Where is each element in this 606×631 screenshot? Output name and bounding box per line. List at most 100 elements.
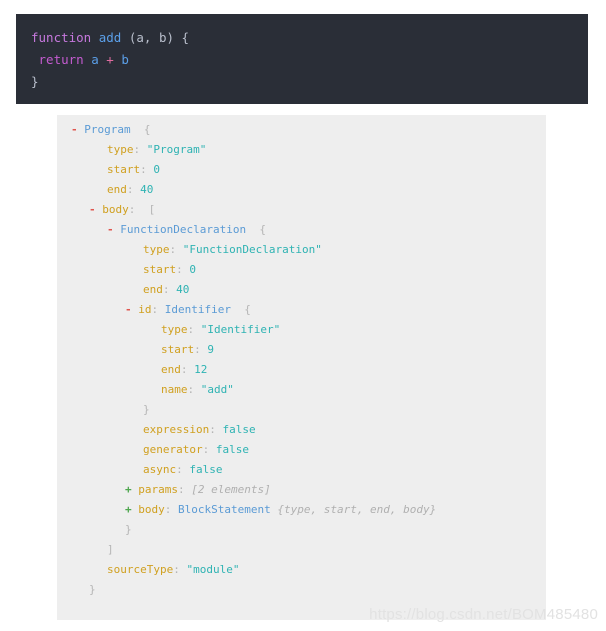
ast-punctuation: { (246, 223, 266, 236)
ast-property-key: end (161, 363, 181, 376)
ast-node-line[interactable]: sourceType: "module" (57, 560, 546, 580)
expand-toggle-icon[interactable]: + (125, 483, 138, 496)
ast-punctuation: : (169, 243, 183, 256)
ast-node-line[interactable]: expression: false (57, 420, 546, 440)
ast-node-line[interactable]: } (57, 520, 546, 540)
ast-node-line[interactable]: end: 12 (57, 360, 546, 380)
ast-property-value: "Program" (146, 143, 207, 156)
ast-property-key: start (161, 343, 195, 356)
ast-punctuation: } (125, 523, 132, 536)
ast-node-line[interactable]: type: "Identifier" (57, 320, 546, 340)
code-token: return (38, 52, 84, 67)
code-line: return a + b (31, 49, 588, 71)
ast-punctuation: : [ (128, 203, 156, 216)
ast-node-line[interactable]: end: 40 (57, 280, 546, 300)
code-token: + (106, 52, 114, 67)
ast-property-value: 0 (189, 263, 196, 276)
ast-punctuation: : (140, 163, 154, 176)
ast-property-value: "module" (186, 563, 240, 576)
ast-node-line[interactable]: start: 0 (57, 260, 546, 280)
code-token: a (91, 52, 99, 67)
ast-property-key: sourceType (107, 563, 174, 576)
code-line: } (31, 71, 588, 93)
code-token: } (31, 74, 39, 89)
ast-node-line[interactable]: generator: false (57, 440, 546, 460)
ast-property-key: body (138, 503, 165, 516)
ast-node-line[interactable]: - id: Identifier { (57, 300, 546, 320)
collapse-toggle-icon[interactable]: - (71, 123, 84, 136)
ast-punctuation: : (176, 463, 190, 476)
ast-property-value: false (222, 423, 256, 436)
ast-property-value: 12 (194, 363, 208, 376)
ast-node-line[interactable]: type: "Program" (57, 140, 546, 160)
ast-punctuation: ] (107, 543, 114, 556)
ast-tree-panel[interactable]: - Program {type: "Program" start: 0 end: 4… (57, 115, 546, 620)
ast-node-line[interactable]: ] (57, 540, 546, 560)
ast-punctuation: : (180, 363, 195, 376)
collapse-toggle-icon[interactable]: - (107, 223, 120, 236)
ast-node-line[interactable]: - Program { (57, 120, 546, 140)
ast-property-key: name (161, 383, 188, 396)
ast-tree-lines: - Program {type: "Program" start: 0 end: 4… (57, 120, 546, 600)
ast-collapsed-preview: {type, start, end, body} (277, 503, 437, 516)
ast-punctuation: { (130, 123, 151, 136)
ast-punctuation: : (209, 423, 223, 436)
ast-node-type: Program (84, 123, 131, 136)
ast-node-line[interactable]: + params: [2 elements] (57, 480, 546, 500)
ast-node-line[interactable]: name: "add" (57, 380, 546, 400)
ast-property-value: "add" (200, 383, 234, 396)
ast-node-line[interactable]: - body: [ (57, 200, 546, 220)
code-line: function add (a, b) { (31, 27, 588, 49)
ast-node-line[interactable]: start: 0 (57, 160, 546, 180)
ast-punctuation: : (178, 483, 192, 496)
ast-property-key: type (143, 243, 170, 256)
ast-node-line[interactable]: async: false (57, 460, 546, 480)
ast-punctuation: } (89, 583, 96, 596)
source-code-lines: function add (a, b) { return a + b} (31, 27, 588, 93)
ast-property-key: end (143, 283, 163, 296)
ast-collapsed-preview: [2 elements] (191, 483, 271, 496)
ast-property-key: expression (143, 423, 210, 436)
collapse-toggle-icon[interactable]: - (89, 203, 102, 216)
code-token: function (31, 30, 92, 45)
ast-punctuation: : (173, 563, 187, 576)
ast-property-key: body (102, 203, 129, 216)
ast-punctuation: : (162, 283, 177, 296)
ast-node-type: BlockStatement (178, 503, 271, 516)
ast-property-value: false (189, 463, 223, 476)
ast-node-line[interactable]: end: 40 (57, 180, 546, 200)
ast-property-key: type (107, 143, 134, 156)
ast-property-value: 40 (176, 283, 190, 296)
code-token: add (98, 30, 122, 45)
ast-punctuation: : (187, 323, 201, 336)
ast-punctuation: : (151, 303, 165, 316)
ast-punctuation: : (194, 343, 208, 356)
ast-property-key: async (143, 463, 177, 476)
ast-punctuation: : (187, 383, 201, 396)
source-code-panel[interactable]: function add (a, b) { return a + b} (16, 14, 588, 104)
ast-property-key: generator (143, 443, 203, 456)
ast-property-value: "Identifier" (200, 323, 281, 336)
ast-node-line[interactable]: - FunctionDeclaration { (57, 220, 546, 240)
expand-toggle-icon[interactable]: + (125, 503, 138, 516)
ast-property-key: params (138, 483, 178, 496)
ast-node-type: FunctionDeclaration (120, 223, 247, 236)
ast-node-line[interactable]: + body: BlockStatement {type, start, end… (57, 500, 546, 520)
collapse-toggle-icon[interactable]: - (125, 303, 138, 316)
ast-property-value: 40 (140, 183, 154, 196)
code-token: b (121, 52, 129, 67)
ast-property-key: start (143, 263, 177, 276)
ast-property-key: id (138, 303, 152, 316)
ast-punctuation: : (202, 443, 216, 456)
ast-property-key: end (107, 183, 127, 196)
ast-node-line[interactable]: type: "FunctionDeclaration" (57, 240, 546, 260)
ast-node-line[interactable]: } (57, 580, 546, 600)
ast-node-line[interactable]: } (57, 400, 546, 420)
ast-property-value: 9 (207, 343, 214, 356)
ast-punctuation: : (164, 503, 178, 516)
watermark: https://blog.csdn.net/BOM485480 (369, 606, 598, 623)
ast-node-line[interactable]: start: 9 (57, 340, 546, 360)
ast-punctuation: : (126, 183, 141, 196)
